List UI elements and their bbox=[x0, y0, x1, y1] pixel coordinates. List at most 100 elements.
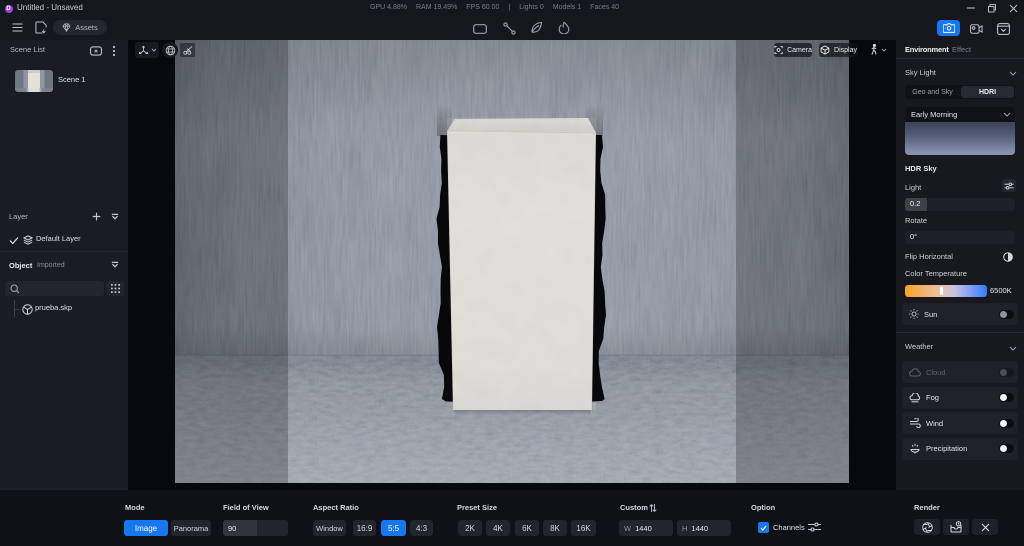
custom-height-input[interactable]: H 1440 bbox=[677, 520, 731, 536]
fog-row[interactable]: Fog bbox=[902, 386, 1018, 409]
scene-name[interactable]: Scene 1 bbox=[58, 75, 86, 84]
layer-name[interactable]: Default Layer bbox=[36, 234, 81, 243]
add-scene-button[interactable] bbox=[90, 46, 102, 56]
toggle-knob bbox=[1000, 394, 1007, 401]
render-settings-button[interactable] bbox=[914, 519, 940, 535]
walk-person-icon bbox=[871, 44, 877, 55]
model-sphere-icon bbox=[22, 304, 33, 315]
precipitation-label: Precipitation bbox=[926, 444, 968, 453]
toggle-knob bbox=[1000, 368, 1007, 376]
custom-width-label: W bbox=[624, 523, 632, 533]
cloud-row[interactable]: Cloud bbox=[902, 361, 1018, 383]
hdri-option[interactable]: HDRI bbox=[961, 86, 1014, 98]
channels-checkbox[interactable] bbox=[758, 522, 769, 533]
aspect-5-5-button[interactable]: 5:5 bbox=[381, 520, 406, 536]
geometry-tool-button[interactable] bbox=[473, 24, 487, 34]
display-label: Display bbox=[834, 46, 857, 54]
wind-toggle[interactable] bbox=[999, 418, 1014, 428]
object-grid-view-button[interactable] bbox=[107, 281, 124, 296]
globe-button[interactable] bbox=[162, 42, 178, 58]
tab-environment[interactable]: Environment bbox=[905, 45, 949, 54]
light-tool-button[interactable] bbox=[503, 22, 516, 35]
cloud-toggle[interactable] bbox=[999, 367, 1014, 377]
fog-toggle[interactable] bbox=[999, 393, 1014, 402]
preset-4k-button[interactable]: 4K bbox=[486, 520, 510, 536]
object-search-input[interactable] bbox=[5, 281, 104, 296]
photo-render-button[interactable] bbox=[937, 20, 960, 36]
swap-dimensions-icon[interactable] bbox=[649, 503, 657, 513]
add-layer-button[interactable] bbox=[92, 212, 101, 221]
window-title: Untitled - Unsaved bbox=[17, 3, 83, 12]
aspect-4-3-button[interactable]: 4:3 bbox=[410, 520, 433, 536]
restore-button[interactable] bbox=[983, 0, 1001, 16]
walk-mode-button[interactable] bbox=[867, 43, 889, 57]
aspect-window-button[interactable]: Window bbox=[313, 520, 346, 536]
queue-clock-icon bbox=[950, 521, 962, 533]
section-tool-button[interactable] bbox=[180, 43, 195, 57]
light-input[interactable]: 0.2 bbox=[905, 198, 1015, 211]
layer-visibility-check[interactable] bbox=[9, 236, 19, 245]
minimize-button[interactable] bbox=[962, 0, 980, 16]
color-temperature-value: 6500K bbox=[990, 286, 1012, 295]
rotate-value: 0° bbox=[910, 232, 918, 241]
precipitation-toggle[interactable] bbox=[999, 444, 1014, 453]
camera-view-button[interactable]: Camera bbox=[774, 43, 812, 57]
geo-sky-option[interactable]: Geo and Sky bbox=[905, 85, 960, 99]
option-sliders-icon[interactable] bbox=[808, 522, 821, 532]
wind-icon bbox=[910, 418, 921, 428]
tab-effect[interactable]: Effect bbox=[952, 45, 971, 54]
color-temperature-slider[interactable] bbox=[905, 285, 987, 297]
preset-16k-button[interactable]: 16K bbox=[571, 520, 596, 536]
display-button[interactable]: Display bbox=[819, 43, 858, 57]
weather-divider bbox=[896, 332, 1024, 333]
menu-button[interactable] bbox=[12, 23, 23, 32]
assets-button[interactable]: Assets bbox=[53, 20, 107, 35]
rotate-input[interactable]: 0° bbox=[905, 231, 1015, 244]
scene-list-menu-button[interactable] bbox=[112, 45, 116, 57]
custom-width-input[interactable]: W 1440 bbox=[619, 520, 673, 536]
preset-2k-button[interactable]: 2K bbox=[458, 520, 482, 536]
sun-label: Sun bbox=[924, 309, 938, 319]
light-adjust-button[interactable] bbox=[1002, 179, 1016, 192]
video-render-button[interactable] bbox=[970, 24, 983, 34]
mode-panorama-button[interactable]: Panorama bbox=[171, 520, 211, 536]
mode-image-button[interactable]: Image bbox=[124, 520, 168, 536]
import-button[interactable] bbox=[35, 21, 47, 34]
precipitation-row[interactable]: Precipitation bbox=[902, 437, 1018, 460]
sky-light-header[interactable]: Sky Light bbox=[905, 68, 936, 77]
object-collapse-button[interactable] bbox=[111, 261, 119, 269]
scene-thumbnail[interactable] bbox=[15, 70, 53, 92]
weather-header[interactable]: Weather bbox=[905, 342, 933, 351]
vegetation-tool-button[interactable] bbox=[530, 21, 543, 34]
sky-light-chevron-icon[interactable] bbox=[1009, 71, 1017, 76]
sky-preview[interactable] bbox=[905, 122, 1015, 155]
preset-6k-button[interactable]: 6K bbox=[515, 520, 539, 536]
layer-collapse-button[interactable] bbox=[111, 213, 119, 221]
render-queue-tray-button[interactable] bbox=[997, 23, 1010, 35]
wind-row[interactable]: Wind bbox=[902, 412, 1018, 434]
check-icon bbox=[9, 237, 19, 245]
preset-8k-button[interactable]: 8K bbox=[543, 520, 567, 536]
gizmo-tool-button[interactable] bbox=[135, 42, 159, 58]
flip-horizontal-icon[interactable] bbox=[1003, 252, 1013, 262]
close-button[interactable] bbox=[1004, 0, 1022, 16]
render-queue-button[interactable] bbox=[943, 519, 969, 535]
sun-row[interactable]: Sun bbox=[902, 303, 1018, 325]
viewport[interactable]: Camera Display bbox=[128, 40, 896, 490]
color-temperature-handle[interactable] bbox=[940, 287, 943, 295]
fov-input[interactable]: 90 bbox=[223, 520, 288, 536]
stat-label: FPS bbox=[466, 4, 480, 11]
aspect-16-9-button[interactable]: 16:9 bbox=[353, 520, 376, 536]
object-item-name[interactable]: prueba.skp bbox=[35, 303, 72, 312]
weather-chevron-icon[interactable] bbox=[1009, 346, 1017, 351]
app-window: D Untitled - Unsaved GPU 4.88% RAM 19.49… bbox=[0, 0, 1024, 546]
stat-faces: Faces 40 bbox=[590, 0, 619, 16]
sun-toggle[interactable] bbox=[999, 309, 1014, 319]
hdri-preset-dropdown[interactable]: Early Morning bbox=[905, 107, 1015, 122]
layer-stack-icon bbox=[23, 235, 33, 245]
object-header: Object bbox=[9, 261, 33, 270]
stat-gpu: GPU 4.88% bbox=[370, 0, 407, 16]
particle-tool-button[interactable] bbox=[558, 21, 570, 34]
object-cube-icon bbox=[22, 304, 33, 315]
close-render-bar-button[interactable] bbox=[972, 519, 998, 535]
